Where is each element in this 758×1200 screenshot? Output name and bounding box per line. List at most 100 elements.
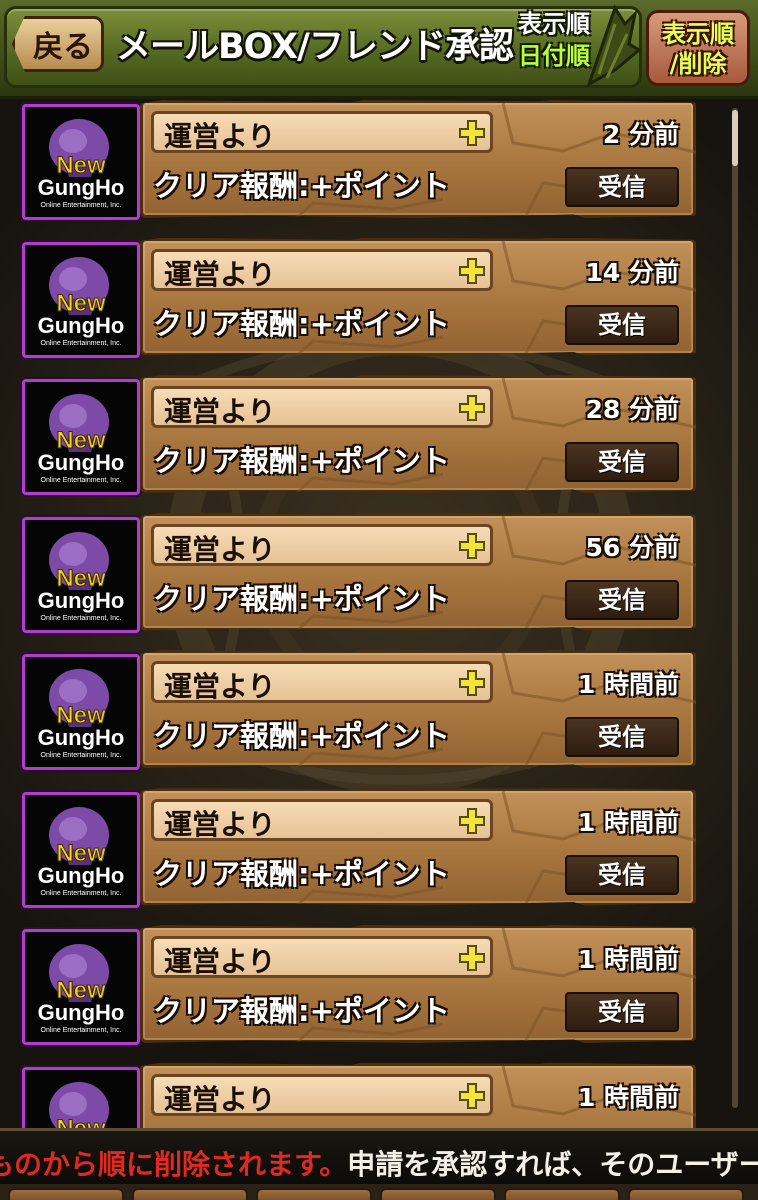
logo-word-gungho: GungHo bbox=[38, 1000, 125, 1025]
sender-name: 運営より bbox=[164, 670, 276, 703]
plus-icon[interactable] bbox=[458, 807, 486, 835]
sender-field: 運営より bbox=[151, 111, 493, 153]
nav-button[interactable] bbox=[380, 1188, 496, 1200]
gungho-logo-icon: New GungHo Online Entertainment, Inc. bbox=[38, 944, 125, 1034]
receive-button[interactable]: 受信 bbox=[565, 167, 679, 207]
mail-item[interactable]: New GungHo Online Entertainment, Inc. 運営… bbox=[22, 1062, 700, 1129]
elapsed-time: 28 分前 bbox=[585, 395, 680, 424]
receive-button[interactable]: 受信 bbox=[565, 442, 679, 482]
mail-card[interactable]: 運営より 28 分前 クリア報酬:+ポイント 受信 bbox=[140, 375, 696, 493]
elapsed-time: 1 時間前 bbox=[577, 945, 679, 974]
logo-word-new: New bbox=[56, 1115, 106, 1129]
logo-caption: Online Entertainment, Inc. bbox=[41, 615, 122, 622]
mail-item[interactable]: New GungHo Online Entertainment, Inc. 運営… bbox=[22, 237, 700, 360]
gungho-logo-icon: New GungHo Online Entertainment, Inc. bbox=[38, 531, 125, 622]
mail-item[interactable]: New GungHo Online Entertainment, Inc. 運営… bbox=[22, 100, 700, 222]
sender-name: 運営より bbox=[164, 120, 276, 153]
ticker-info-text: 申請を承認すれば、そのユーザー bbox=[347, 1148, 758, 1181]
elapsed-time: 2 分前 bbox=[602, 120, 679, 149]
receive-button[interactable]: 受信 bbox=[565, 854, 679, 895]
logo-caption: Online Entertainment, Inc. bbox=[41, 1027, 122, 1034]
sender-field: 運営より bbox=[151, 936, 493, 978]
sender-name: 運営より bbox=[164, 532, 276, 566]
logo-word-gungho: GungHo bbox=[38, 588, 125, 613]
mail-card[interactable]: 運営より 56 分前 クリア報酬:+ポイント 受信 bbox=[140, 512, 696, 631]
sender-avatar[interactable]: New GungHo Online Entertainment, Inc. bbox=[22, 654, 140, 770]
receive-button[interactable]: 受信 bbox=[565, 304, 679, 345]
nav-button[interactable] bbox=[504, 1188, 620, 1200]
nav-button[interactable] bbox=[256, 1188, 372, 1200]
mail-card[interactable]: 運営より 1 時間前 クリア報酬:+ポイント 受信 bbox=[140, 787, 696, 906]
mail-subject: クリア報酬:+ポイント bbox=[153, 306, 450, 341]
mail-card[interactable]: 運営より 14 分前 クリア報酬:+ポイント 受信 bbox=[140, 237, 696, 356]
nav-button[interactable] bbox=[132, 1188, 248, 1200]
logo-caption: Online Entertainment, Inc. bbox=[41, 202, 122, 209]
bottom-navigation bbox=[0, 1184, 758, 1200]
sender-avatar[interactable]: New GungHo Online Entertainment, Inc. bbox=[22, 241, 140, 358]
mail-subject: クリア報酬:+ポイント bbox=[153, 719, 450, 753]
sender-field: 運営より bbox=[151, 1073, 493, 1116]
notice-ticker: ものから順に削除されます。申請を承認すれば、そのユーザー bbox=[0, 1128, 758, 1187]
plus-icon[interactable] bbox=[458, 532, 486, 560]
mail-item[interactable]: New GungHo Online Entertainment, Inc. 運営… bbox=[22, 650, 700, 772]
nav-button[interactable] bbox=[628, 1188, 744, 1200]
sender-field: 運営より bbox=[151, 661, 493, 703]
sender-name: 運営より bbox=[164, 257, 276, 291]
plus-icon[interactable] bbox=[458, 944, 486, 972]
mail-list[interactable]: New GungHo Online Entertainment, Inc. 運営… bbox=[0, 96, 758, 1128]
gungho-logo-icon: New GungHo Online Entertainment, Inc. bbox=[38, 256, 125, 347]
mail-item[interactable]: New GungHo Online Entertainment, Inc. 運営… bbox=[22, 512, 700, 635]
sender-field: 運営より bbox=[151, 386, 493, 428]
sender-avatar[interactable]: New GungHo Online Entertainment, Inc. bbox=[22, 929, 140, 1045]
plus-icon[interactable] bbox=[458, 257, 486, 285]
logo-word-gungho: GungHo bbox=[38, 313, 125, 338]
sender-field: 運営より bbox=[151, 798, 493, 841]
gungho-logo-icon: New GungHo Online Entertainment, Inc. bbox=[49, 1081, 109, 1129]
sender-name: 運営より bbox=[164, 807, 276, 841]
logo-word-gungho: GungHo bbox=[38, 725, 125, 750]
page-title: メールBOX/フレンド承認 bbox=[116, 27, 514, 67]
scrollbar-thumb[interactable] bbox=[732, 110, 738, 166]
mail-card[interactable]: 運営より 1 時間前 bbox=[140, 1062, 696, 1128]
logo-word-gungho: GungHo bbox=[38, 175, 125, 200]
back-button[interactable]: 戻る bbox=[12, 16, 104, 72]
receive-button[interactable]: 受信 bbox=[565, 579, 679, 620]
sender-avatar[interactable]: New GungHo Online Entertainment, Inc. bbox=[22, 1066, 140, 1129]
sender-field: 運営より bbox=[151, 523, 493, 566]
elapsed-time: 14 分前 bbox=[585, 257, 680, 287]
header-bar: 戻る メールBOX/フレンド承認 表示順 日付順 表示順 /削除 bbox=[0, 0, 758, 99]
receive-button[interactable]: 受信 bbox=[565, 992, 679, 1032]
plus-icon[interactable] bbox=[458, 119, 486, 147]
mail-item[interactable]: New GungHo Online Entertainment, Inc. 運営… bbox=[22, 925, 700, 1047]
mail-item[interactable]: New GungHo Online Entertainment, Inc. 運営… bbox=[22, 375, 700, 497]
logo-caption: Online Entertainment, Inc. bbox=[41, 340, 122, 347]
sort-delete-button[interactable]: 表示順 /削除 bbox=[646, 10, 750, 86]
mail-card[interactable]: 運営より 2 分前 クリア報酬:+ポイント 受信 bbox=[140, 100, 696, 218]
mail-card[interactable]: 運営より 1 時間前 クリア報酬:+ポイント 受信 bbox=[140, 925, 696, 1043]
elapsed-time: 1 時間前 bbox=[577, 670, 679, 699]
mail-subject: クリア報酬:+ポイント bbox=[153, 856, 450, 891]
logo-word-gungho: GungHo bbox=[38, 450, 125, 475]
plus-icon[interactable] bbox=[458, 669, 486, 697]
gungho-logo-icon: New GungHo Online Entertainment, Inc. bbox=[38, 119, 125, 209]
ticker-text: ものから順に削除されます。申請を承認すれば、そのユーザー bbox=[0, 1143, 758, 1183]
sender-avatar[interactable]: New GungHo Online Entertainment, Inc. bbox=[22, 791, 140, 908]
elapsed-time: 1 時間前 bbox=[577, 807, 679, 837]
sender-avatar[interactable]: New GungHo Online Entertainment, Inc. bbox=[22, 379, 140, 495]
sender-avatar[interactable]: New GungHo Online Entertainment, Inc. bbox=[22, 104, 140, 220]
sort-delete-line1: 表示順 bbox=[662, 20, 734, 48]
scrollbar-track[interactable] bbox=[732, 108, 738, 1108]
plus-icon[interactable] bbox=[458, 1082, 486, 1110]
sender-avatar[interactable]: New GungHo Online Entertainment, Inc. bbox=[22, 516, 140, 633]
logo-word-gungho: GungHo bbox=[38, 863, 125, 888]
mail-card[interactable]: 運営より 1 時間前 クリア報酬:+ポイント 受信 bbox=[140, 650, 696, 768]
gungho-logo-icon: New GungHo Online Entertainment, Inc. bbox=[38, 806, 125, 897]
plus-icon[interactable] bbox=[458, 394, 486, 422]
sort-delete-line2: /削除 bbox=[669, 50, 727, 78]
nav-button[interactable] bbox=[8, 1188, 124, 1200]
mail-subject: クリア報酬:+ポイント bbox=[153, 169, 450, 203]
elapsed-time: 1 時間前 bbox=[577, 1082, 679, 1112]
receive-button[interactable]: 受信 bbox=[565, 717, 679, 757]
mail-item[interactable]: New GungHo Online Entertainment, Inc. 運営… bbox=[22, 787, 700, 910]
logo-caption: Online Entertainment, Inc. bbox=[41, 477, 122, 484]
